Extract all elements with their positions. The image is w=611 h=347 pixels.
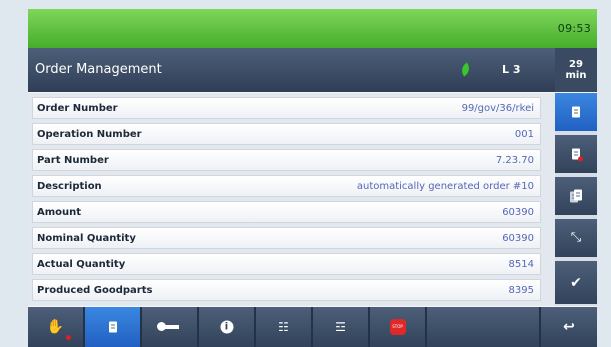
duration-badge: 29 min [555,48,597,92]
copy-documents-icon [570,189,582,203]
field-label: Operation Number [37,129,142,140]
checkmark-icon: ✔ [570,274,582,291]
access-level: L 3 [502,63,521,76]
stop-icon: STOP [389,319,406,335]
page-title: Order Management [35,62,162,77]
key-icon [156,322,179,331]
workplan-button[interactable]: ☷ [256,307,313,347]
order-details-table: Order Number 99/gov/36/rkei Operation Nu… [28,93,555,306]
field-label: Produced Goodparts [37,285,153,296]
field-value: 99/gov/36/rkei [461,103,534,114]
stop-label: STOP [389,319,406,335]
field-value: 8395 [508,285,534,296]
device-frame: 09:53 Order Management L 3 29 min Order … [0,0,611,347]
spacer-button [427,307,541,347]
order-list-button[interactable] [555,177,597,217]
field-value: 8514 [508,259,534,270]
alert-dot [66,335,71,340]
expand-arrows-icon: ⤡ [570,230,582,245]
table-row: Produced Goodparts 8395 [32,279,541,301]
field-label: Description [37,181,102,192]
bottom-toolbar: ✋ i ☷ ☲ STOP ↩ [28,307,597,347]
field-value: 60390 [502,233,534,244]
login-button[interactable] [142,307,199,347]
info-button[interactable]: i [199,307,256,347]
right-sidebar: ⤡ ✔ [555,93,597,306]
table-row: Actual Quantity 8514 [32,253,541,275]
settings-sliders-icon: ☲ [335,320,346,334]
field-value: 60390 [502,207,534,218]
table-row: Description automatically generated orde… [32,175,541,197]
field-value: automatically generated order #10 [356,181,534,192]
settings-button[interactable]: ☲ [313,307,370,347]
table-row: Order Number 99/gov/36/rkei [32,97,541,119]
operator-hand-icon: ✋ [46,319,65,335]
stop-button[interactable]: STOP [370,307,427,347]
table-row: Part Number 7.23.70 [32,149,541,171]
leaf-icon [458,62,473,77]
duration-unit: min [565,70,587,81]
field-label: Actual Quantity [37,259,126,270]
back-arrow-icon: ↩ [563,319,575,335]
status-bar: 09:53 [28,9,597,48]
confirm-button[interactable]: ✔ [555,261,597,306]
order-data-button[interactable] [555,93,597,133]
field-label: Nominal Quantity [37,233,136,244]
table-row: Amount 60390 [32,201,541,223]
order-error-button[interactable] [555,135,597,175]
table-row: Operation Number 001 [32,123,541,145]
clock: 09:53 [557,22,591,35]
field-value: 001 [514,129,534,140]
duration-value: 29 [569,59,583,70]
info-icon: i [220,320,233,334]
document-error-icon [572,148,583,162]
expand-button[interactable]: ⤡ [555,219,597,259]
workplan-icon: ☷ [278,320,289,334]
back-button[interactable]: ↩ [541,307,597,347]
document-icon [108,321,117,333]
field-label: Amount [37,207,82,218]
order-button[interactable] [85,307,142,347]
field-label: Part Number [37,155,109,166]
title-bar: Order Management L 3 29 min [28,48,597,92]
document-icon [572,106,580,118]
field-value: 7.23.70 [495,155,534,166]
operator-button[interactable]: ✋ [28,307,85,347]
field-label: Order Number [37,103,118,114]
hmi-screen: 09:53 Order Management L 3 29 min Order … [28,9,597,347]
table-row: Nominal Quantity 60390 [32,227,541,249]
